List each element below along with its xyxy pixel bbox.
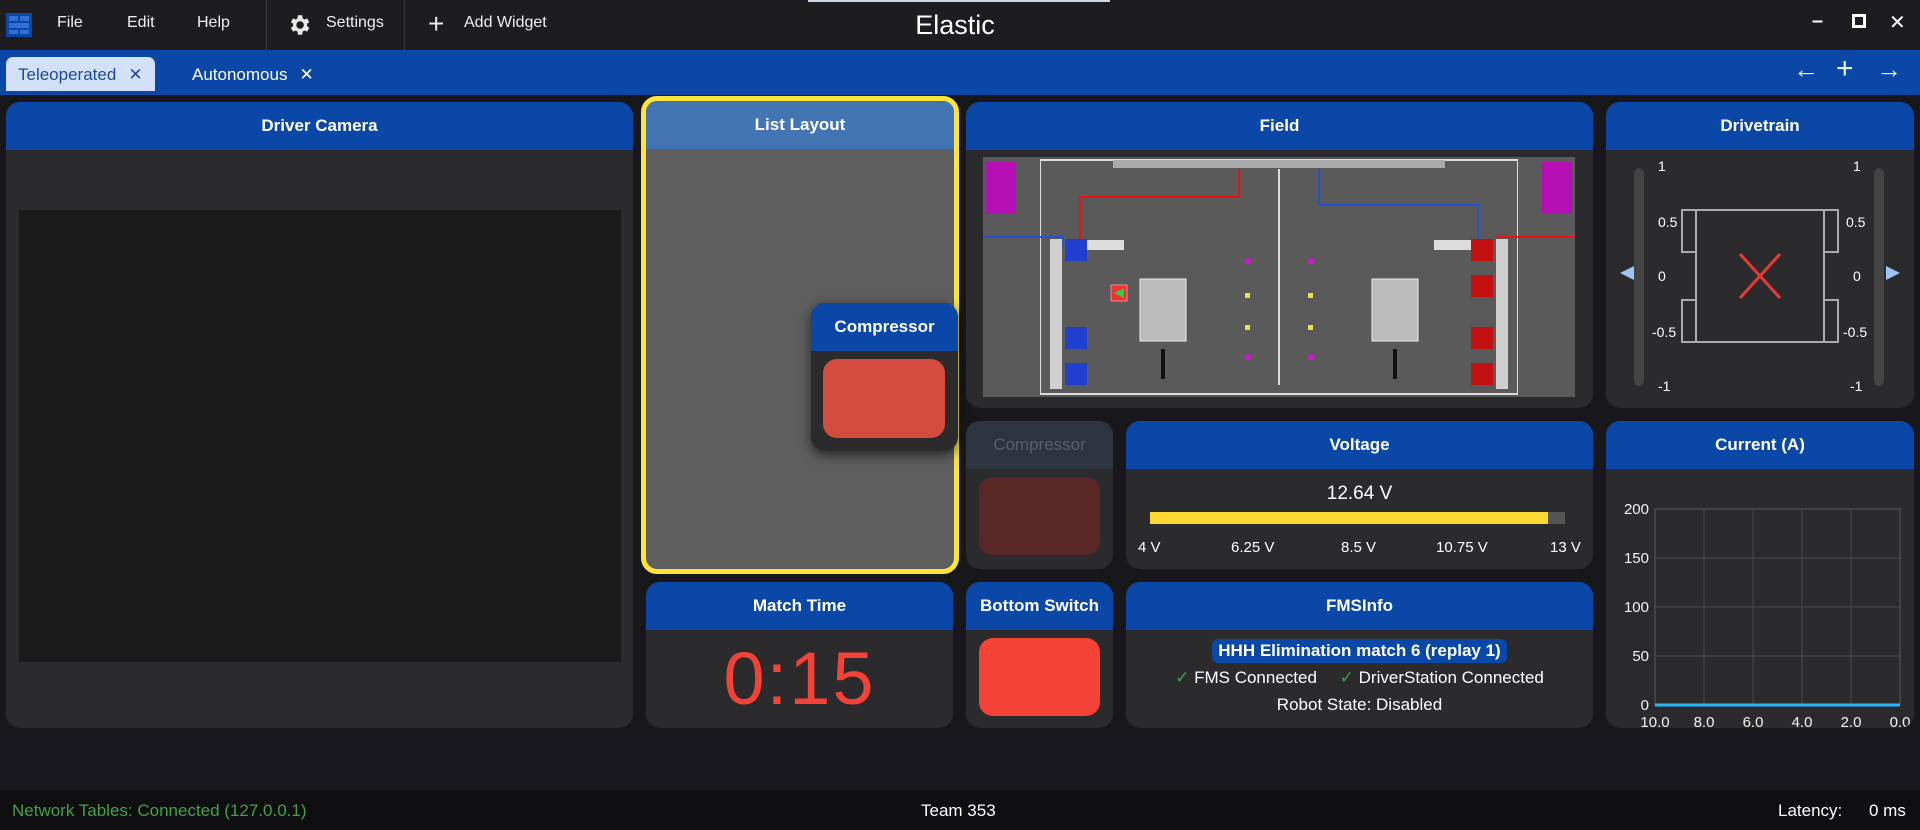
robot-state: Robot State: Disabled [1276, 695, 1443, 714]
left-tick-label: -1 [1658, 378, 1671, 394]
close-tab-icon[interactable]: ✕ [299, 65, 313, 84]
network-status: Network Tables: Connected (127.0.0.1) [12, 801, 307, 820]
fms-info-widget[interactable]: FMSInfo HHH Elimination match 6 (replay … [1126, 582, 1593, 728]
right-tick-label: -0.5 [1843, 324, 1868, 340]
widget-title: Voltage [1126, 421, 1593, 469]
tab-label: Autonomous [192, 65, 288, 84]
left-tick-label: 0.5 [1658, 214, 1678, 230]
x-tick-label: 4.0 [1792, 714, 1813, 728]
field-widget[interactable]: Field [966, 102, 1593, 408]
arrow-right-icon[interactable]: → [1876, 54, 1902, 85]
tab-bar: Teleoperated ✕ Autonomous ✕ ← + → [0, 50, 1920, 95]
widget-title: Drivetrain [1606, 102, 1914, 150]
driverstation-connected-status: DriverStation Connected [1358, 668, 1544, 687]
match-info-badge: HHH Elimination match 6 (replay 1) [1212, 639, 1507, 663]
compressor-widget[interactable]: Compressor [966, 421, 1113, 569]
widget-title: Bottom Switch [966, 582, 1113, 630]
x-tick-label: 6.0 [1743, 714, 1764, 728]
tab-teleoperated[interactable]: Teleoperated ✕ [6, 57, 155, 91]
widget-title: Compressor [966, 421, 1113, 469]
widget-title: Driver Camera [6, 102, 633, 150]
y-tick-label: 150 [1624, 550, 1649, 567]
match-time-value: 0:15 [723, 637, 876, 720]
widget-title: FMSInfo [1126, 582, 1593, 630]
tab-autonomous[interactable]: Autonomous ✕ [180, 57, 326, 91]
left-tick-label: 0 [1658, 268, 1666, 284]
field-map [983, 157, 1575, 397]
close-window-icon[interactable]: ✕ [1889, 10, 1906, 35]
left-tick-label: 1 [1658, 158, 1666, 174]
current-widget[interactable]: Current (A) 200 150 100 50 0 10.0 8.0 6.0 4.0 2.0… [1606, 421, 1914, 728]
latency-value: 0 ms [1869, 801, 1906, 820]
x-tick-label: 0.0 [1890, 714, 1911, 728]
left-tick-label: -0.5 [1652, 324, 1677, 340]
voltage-tick: 6.25 V [1231, 539, 1275, 556]
arrow-left-icon[interactable]: ← [1793, 54, 1819, 85]
x-tick-label: 2.0 [1841, 714, 1862, 728]
x-tick-label: 10.0 [1640, 714, 1669, 728]
voltage-bar-fill [1150, 512, 1549, 524]
voltage-tick: 4 V [1138, 539, 1161, 556]
close-tab-icon[interactable]: ✕ [128, 65, 142, 84]
y-tick-label: 50 [1632, 648, 1649, 665]
x-tick-label: 8.0 [1694, 714, 1715, 728]
checkmark-icon: ✓ [1339, 668, 1354, 687]
widget-title: List Layout [646, 101, 954, 149]
current-chart: 200 150 100 50 010.0 8.0 6.0 4.0 2.0 0.0 [1624, 501, 1911, 728]
widget-title: Field [966, 102, 1593, 150]
drag-hint [808, 0, 1110, 2]
drivetrain-widget[interactable]: Drivetrain 1 0.5 0 -0.5 -1 1 0.5 0 -0.5 … [1606, 102, 1914, 408]
team-number: Team 353 [921, 801, 996, 820]
fms-connected-status: FMS Connected [1194, 668, 1317, 687]
voltage-tick: 13 V [1550, 539, 1581, 556]
driver-camera-widget[interactable]: Driver Camera [6, 102, 633, 728]
bottom-switch-indicator [979, 638, 1100, 716]
voltage-tick: 10.75 V [1436, 539, 1488, 556]
compressor-indicator [823, 359, 945, 438]
right-tick-label: 0.5 [1846, 214, 1866, 230]
status-bar: Network Tables: Connected (127.0.0.1) Te… [0, 790, 1920, 830]
latency-label: Latency: [1778, 801, 1843, 820]
widget-title: Compressor [811, 303, 958, 351]
voltage-bar-track [1150, 512, 1565, 524]
right-tick-label: -1 [1850, 378, 1863, 394]
voltage-widget[interactable]: Voltage 12.64 V 4 V 6.25 V 8.5 V 10.75 V… [1126, 421, 1593, 569]
maximize-icon[interactable] [1852, 14, 1866, 28]
title-bar: File Edit Help Settings + Add Widget Ela… [0, 0, 1920, 50]
add-tab-icon[interactable]: + [1836, 52, 1854, 86]
drivetrain-diagram [1620, 168, 1900, 386]
y-tick-label: 200 [1624, 501, 1649, 518]
compressor-drag-widget[interactable]: Compressor [811, 303, 958, 451]
y-tick-label: 100 [1624, 599, 1649, 616]
right-tick-label: 1 [1853, 158, 1861, 174]
right-tick-label: 0 [1853, 268, 1861, 284]
widget-title: Current (A) [1606, 421, 1914, 469]
tab-label: Teleoperated [18, 65, 117, 84]
voltage-tick: 8.5 V [1341, 539, 1377, 556]
minimize-icon[interactable]: – [1812, 10, 1823, 33]
checkmark-icon: ✓ [1175, 668, 1190, 687]
voltage-value: 12.64 V [1326, 483, 1393, 504]
compressor-indicator [979, 477, 1100, 555]
match-time-widget[interactable]: Match Time 0:15 [646, 582, 953, 728]
camera-feed [19, 210, 621, 662]
bottom-switch-widget[interactable]: Bottom Switch [966, 582, 1113, 728]
y-tick-label: 0 [1641, 697, 1649, 714]
widget-title: Match Time [646, 582, 953, 630]
app-title: Elastic [915, 10, 995, 40]
